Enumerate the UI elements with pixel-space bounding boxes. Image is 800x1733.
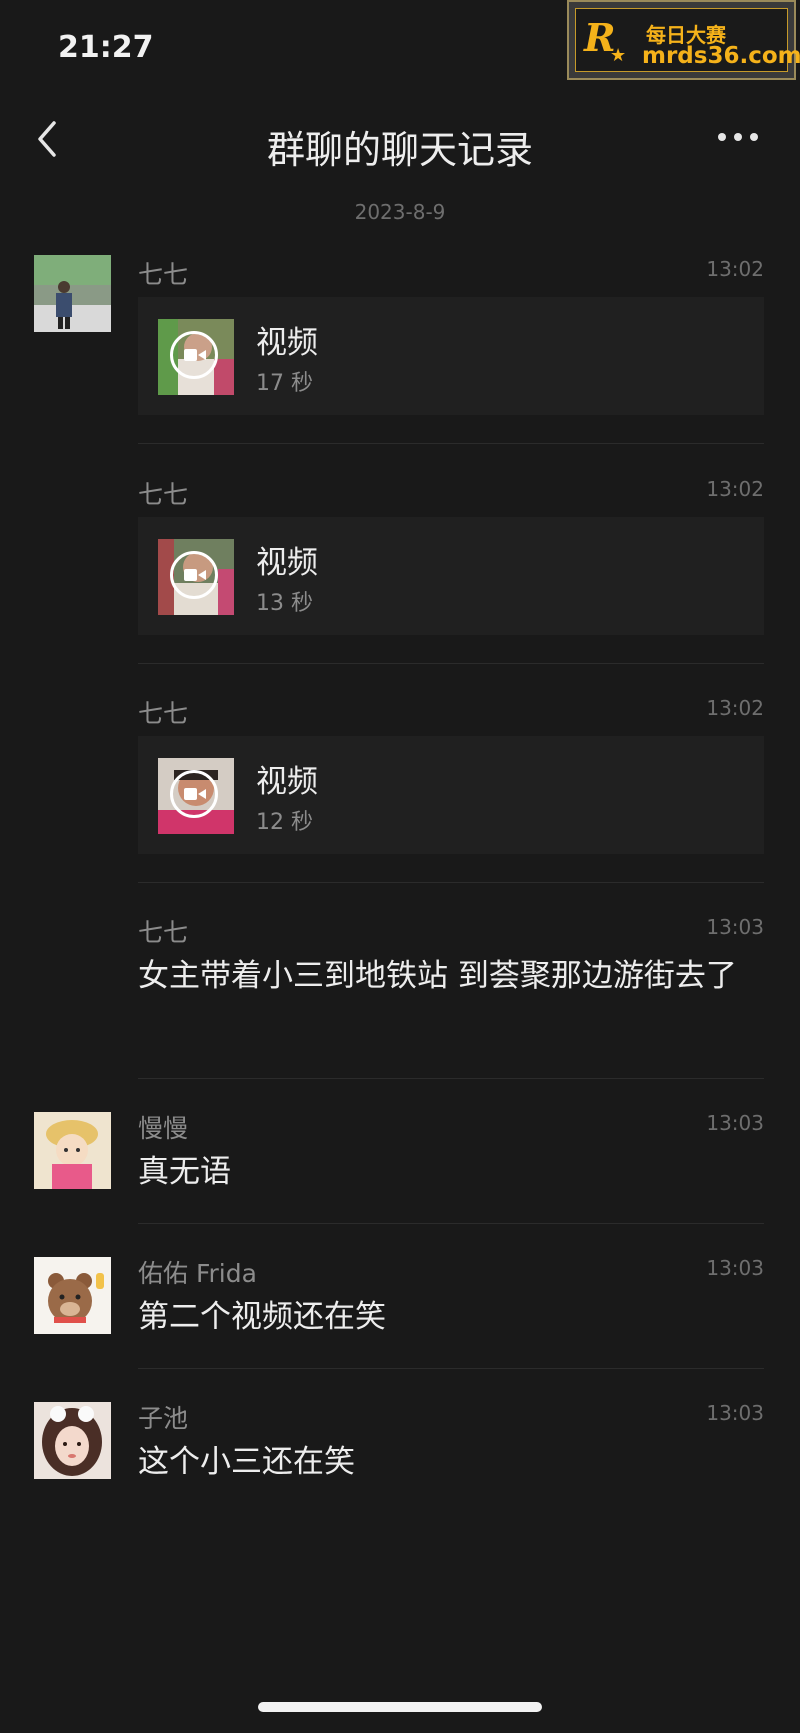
message-time: 13:03 (706, 915, 764, 939)
avatar[interactable] (34, 255, 111, 332)
video-duration: 12 秒 (256, 810, 313, 835)
navigation-bar: 群聊的聊天记录 (0, 95, 800, 185)
divider (138, 1078, 764, 1079)
message-time: 13:02 (706, 257, 764, 281)
message-sender: 慢慢 (138, 1114, 189, 1143)
message-time: 13:03 (706, 1256, 764, 1280)
message-text: 女主带着小三到地铁站 到荟聚那边游街去了 (138, 958, 737, 994)
video-thumbnail (158, 539, 234, 615)
avatar[interactable] (34, 1402, 111, 1479)
message-time: 13:03 (706, 1111, 764, 1135)
video-camera-icon (170, 770, 218, 818)
status-time: 21:27 (58, 30, 154, 65)
video-camera-icon (170, 551, 218, 599)
divider (138, 443, 764, 444)
message-text: 真无语 (138, 1154, 231, 1190)
video-card[interactable]: 视频 12 秒 (138, 736, 764, 854)
avatar[interactable] (34, 1112, 111, 1189)
message-text: 这个小三还在笑 (138, 1444, 355, 1480)
message-sender: 子池 (138, 1404, 189, 1433)
video-card[interactable]: 视频 13 秒 (138, 517, 764, 635)
page-title: 群聊的聊天记录 (266, 128, 533, 172)
video-label: 视频 (256, 325, 318, 361)
message-sender: 佑佑 Frida (138, 1259, 257, 1288)
message-time: 13:02 (706, 696, 764, 720)
divider (138, 1368, 764, 1369)
star-icon: ★ (610, 45, 627, 66)
message-sender: 七七 (138, 918, 189, 947)
divider (138, 1223, 764, 1224)
video-label: 视频 (256, 545, 318, 581)
video-card[interactable]: 视频 17 秒 (138, 297, 764, 415)
message-sender: 七七 (138, 699, 189, 728)
video-thumbnail (158, 758, 234, 834)
message-text: 第二个视频还在笑 (138, 1299, 386, 1335)
status-bar: 21:27 97 R ★ 每日大赛 mrds36.com (0, 0, 800, 95)
video-label: 视频 (256, 764, 318, 800)
more-button[interactable] (712, 117, 764, 157)
watermark-url: mrds36.com (642, 43, 800, 69)
message-sender: 七七 (138, 480, 189, 509)
message-time: 13:02 (706, 477, 764, 501)
avatar[interactable] (34, 1257, 111, 1334)
video-duration: 13 秒 (256, 591, 313, 616)
video-thumbnail (158, 319, 234, 395)
message-time: 13:03 (706, 1401, 764, 1425)
divider (138, 663, 764, 664)
video-duration: 17 秒 (256, 371, 313, 396)
date-header: 2023-8-9 (354, 200, 446, 224)
watermark-logo: R ★ 每日大赛 mrds36.com (567, 0, 800, 80)
message-sender: 七七 (138, 260, 189, 289)
video-camera-icon (170, 331, 218, 379)
more-dots-icon (718, 133, 758, 141)
divider (138, 882, 764, 883)
home-indicator[interactable] (258, 1702, 542, 1712)
